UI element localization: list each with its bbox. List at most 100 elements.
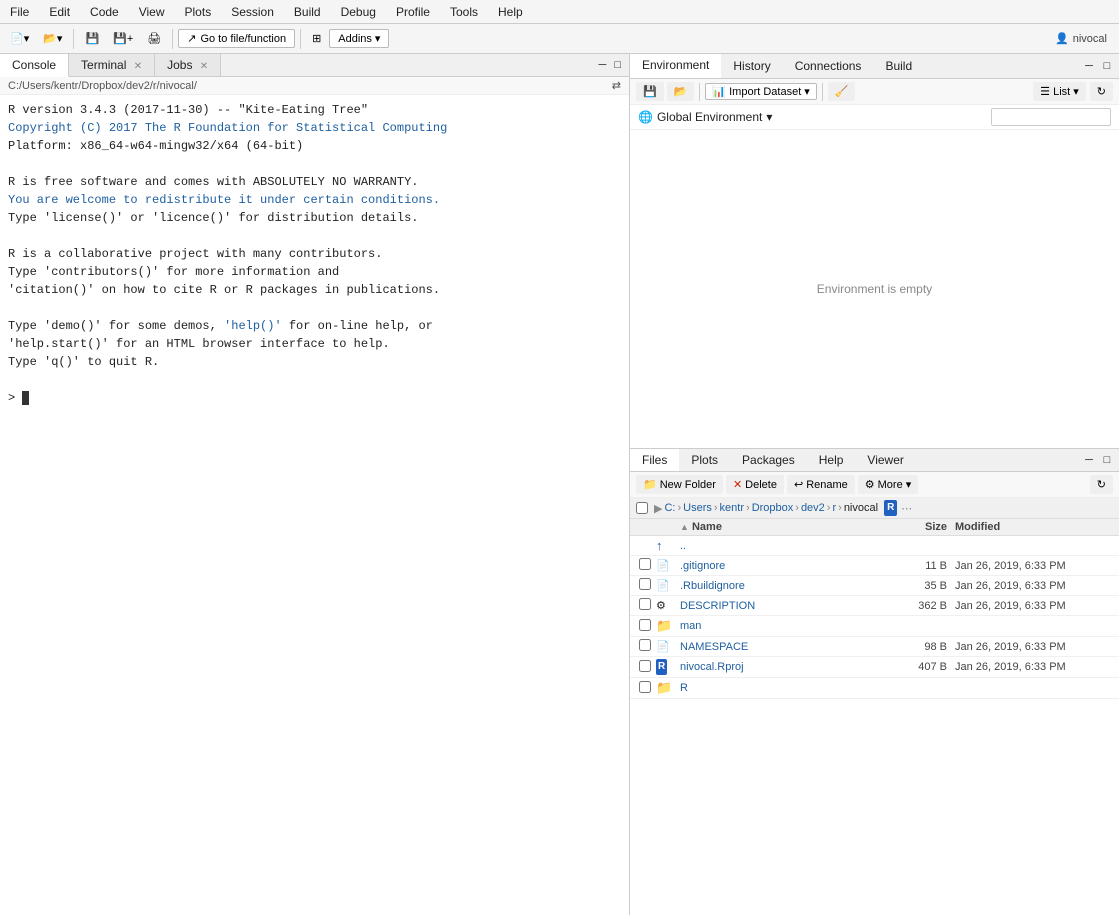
- tab-console[interactable]: Console: [0, 54, 69, 77]
- env-panel: Environment History Connections Build ─ …: [630, 54, 1119, 449]
- file-link-rbuildignore[interactable]: .Rbuildignore: [680, 580, 745, 592]
- check-namespace[interactable]: [639, 639, 651, 651]
- files-list: ▲ Name Size Modified ↑ ..: [630, 519, 1119, 915]
- clear-env-btn[interactable]: 🧹: [828, 82, 856, 101]
- menu-debug[interactable]: Debug: [331, 3, 386, 21]
- tab-plots[interactable]: Plots: [679, 449, 730, 471]
- tab-connections[interactable]: Connections: [783, 55, 874, 77]
- sync-icon[interactable]: ⇄: [612, 79, 621, 92]
- file-row-rproj: R nivocal.Rproj 407 B Jan 26, 2019, 6:33…: [630, 657, 1119, 678]
- more-btn[interactable]: ⚙ More ▾: [858, 475, 918, 494]
- console-line-5: You are welcome to redistribute it under…: [8, 191, 621, 209]
- menu-help[interactable]: Help: [488, 3, 533, 21]
- tab-jobs[interactable]: Jobs ✕: [155, 54, 221, 76]
- menu-profile[interactable]: Profile: [386, 3, 440, 21]
- env-load-btn[interactable]: 📂: [667, 82, 695, 101]
- breadcrumb-check[interactable]: [636, 502, 648, 514]
- left-panel: Console Terminal ✕ Jobs ✕ ─ □ C:/Users/k…: [0, 54, 630, 915]
- open-file-btn[interactable]: 📂▾: [37, 29, 68, 48]
- menu-view[interactable]: View: [129, 3, 175, 21]
- breadcrumb-dropbox[interactable]: Dropbox: [752, 502, 794, 514]
- file-link-rproj[interactable]: nivocal.Rproj: [680, 661, 744, 673]
- maximize-files-btn[interactable]: □: [1099, 452, 1115, 468]
- env-save-btn[interactable]: 💾: [636, 82, 664, 101]
- file-link-parent[interactable]: ..: [680, 540, 686, 552]
- header-modified[interactable]: Modified: [955, 521, 1115, 533]
- menu-edit[interactable]: Edit: [39, 3, 80, 21]
- check-gitignore[interactable]: [639, 558, 651, 570]
- tab-viewer[interactable]: Viewer: [855, 449, 915, 471]
- main-layout: Console Terminal ✕ Jobs ✕ ─ □ C:/Users/k…: [0, 54, 1119, 915]
- user-icon: 👤: [1055, 32, 1069, 45]
- breadcrumb-r[interactable]: r: [832, 502, 836, 514]
- console-line-10: Type 'demo()' for some demos, 'help()' f…: [8, 317, 621, 335]
- tab-build[interactable]: Build: [873, 55, 924, 77]
- save-btn[interactable]: 💾: [79, 29, 105, 48]
- broom-icon: 🧹: [835, 85, 849, 98]
- console-line-1: R version 3.4.3 (2017-11-30) -- "Kite-Ea…: [8, 101, 621, 119]
- tab-terminal-close[interactable]: ✕: [134, 61, 142, 72]
- tab-terminal[interactable]: Terminal ✕: [69, 54, 155, 76]
- menu-file[interactable]: File: [0, 3, 39, 21]
- minimize-files-btn[interactable]: ─: [1081, 452, 1097, 468]
- breadcrumb-c[interactable]: C:: [664, 502, 675, 514]
- file-link-gitignore[interactable]: .gitignore: [680, 560, 725, 572]
- env-scope-label[interactable]: 🌐 Global Environment ▾: [638, 110, 772, 124]
- rename-btn[interactable]: ↩ Rename: [787, 475, 855, 494]
- file-link-man[interactable]: man: [680, 620, 701, 632]
- layout-btn[interactable]: ⊞: [306, 29, 327, 48]
- console-path-text: C:/Users/kentr/Dropbox/dev2/r/nivocal/: [8, 80, 197, 92]
- menu-tools[interactable]: Tools: [440, 3, 488, 21]
- list-view-btn[interactable]: ☰ List ▾: [1033, 82, 1086, 101]
- save-all-btn[interactable]: 💾+: [107, 29, 139, 48]
- maximize-env-btn[interactable]: □: [1099, 58, 1115, 74]
- delete-btn[interactable]: ✕ Delete: [726, 475, 784, 494]
- new-script-btn[interactable]: 📄▾: [4, 29, 35, 48]
- menubar: File Edit Code View Plots Session Build …: [0, 0, 1119, 24]
- minimize-env-btn[interactable]: ─: [1081, 58, 1097, 74]
- menu-code[interactable]: Code: [80, 3, 129, 21]
- menu-build[interactable]: Build: [284, 3, 331, 21]
- new-folder-btn[interactable]: 📁 New Folder: [636, 475, 723, 494]
- console-output[interactable]: R version 3.4.3 (2017-11-30) -- "Kite-Ea…: [0, 95, 629, 915]
- header-size[interactable]: Size: [875, 521, 955, 533]
- file-link-namespace[interactable]: NAMESPACE: [680, 641, 748, 653]
- tab-files[interactable]: Files: [630, 449, 679, 471]
- goto-btn[interactable]: ↗ Go to file/function: [178, 29, 295, 48]
- breadcrumb-nivocal[interactable]: nivocal: [844, 502, 878, 514]
- breadcrumb-users[interactable]: Users: [683, 502, 712, 514]
- header-name[interactable]: ▲ Name: [676, 521, 875, 533]
- tab-jobs-close[interactable]: ✕: [200, 61, 208, 72]
- goto-icon: ↗: [187, 32, 196, 45]
- files-breadcrumb: ▶ C: › Users › kentr › Dropbox › dev2 › …: [630, 498, 1119, 519]
- sort-up-icon: ▲: [680, 522, 689, 532]
- check-description[interactable]: [639, 598, 651, 610]
- breadcrumb-kentr[interactable]: kentr: [720, 502, 744, 514]
- tab-environment[interactable]: Environment: [630, 54, 721, 78]
- tab-help[interactable]: Help: [807, 449, 856, 471]
- env-scope: 🌐 Global Environment ▾: [630, 105, 1119, 130]
- file-link-r[interactable]: R: [680, 682, 688, 694]
- menu-session[interactable]: Session: [221, 3, 284, 21]
- tab-history[interactable]: History: [721, 55, 782, 77]
- breadcrumb-more-icon[interactable]: ⋯: [901, 502, 912, 515]
- menu-plots[interactable]: Plots: [175, 3, 222, 21]
- breadcrumb-dev2[interactable]: dev2: [801, 502, 825, 514]
- rproj-icon: R: [656, 659, 667, 675]
- tab-packages[interactable]: Packages: [730, 449, 807, 471]
- right-panel: Environment History Connections Build ─ …: [630, 54, 1119, 915]
- check-man[interactable]: [639, 619, 651, 631]
- env-search-input[interactable]: [991, 108, 1111, 126]
- addins-btn[interactable]: Addins ▾: [329, 29, 389, 48]
- file-link-description[interactable]: DESCRIPTION: [680, 600, 755, 612]
- new-script-icon: 📄▾: [10, 32, 29, 45]
- check-rproj[interactable]: [639, 660, 651, 672]
- minimize-left-btn[interactable]: ─: [595, 57, 611, 73]
- print-btn[interactable]: 🖨: [141, 29, 167, 48]
- refresh-files-btn[interactable]: ↻: [1090, 475, 1113, 494]
- import-dataset-btn[interactable]: 📊 Import Dataset ▾: [705, 83, 816, 100]
- refresh-env-btn[interactable]: ↻: [1090, 82, 1113, 101]
- maximize-left-btn[interactable]: □: [610, 57, 625, 73]
- check-rbuildignore[interactable]: [639, 578, 651, 590]
- check-r[interactable]: [639, 681, 651, 693]
